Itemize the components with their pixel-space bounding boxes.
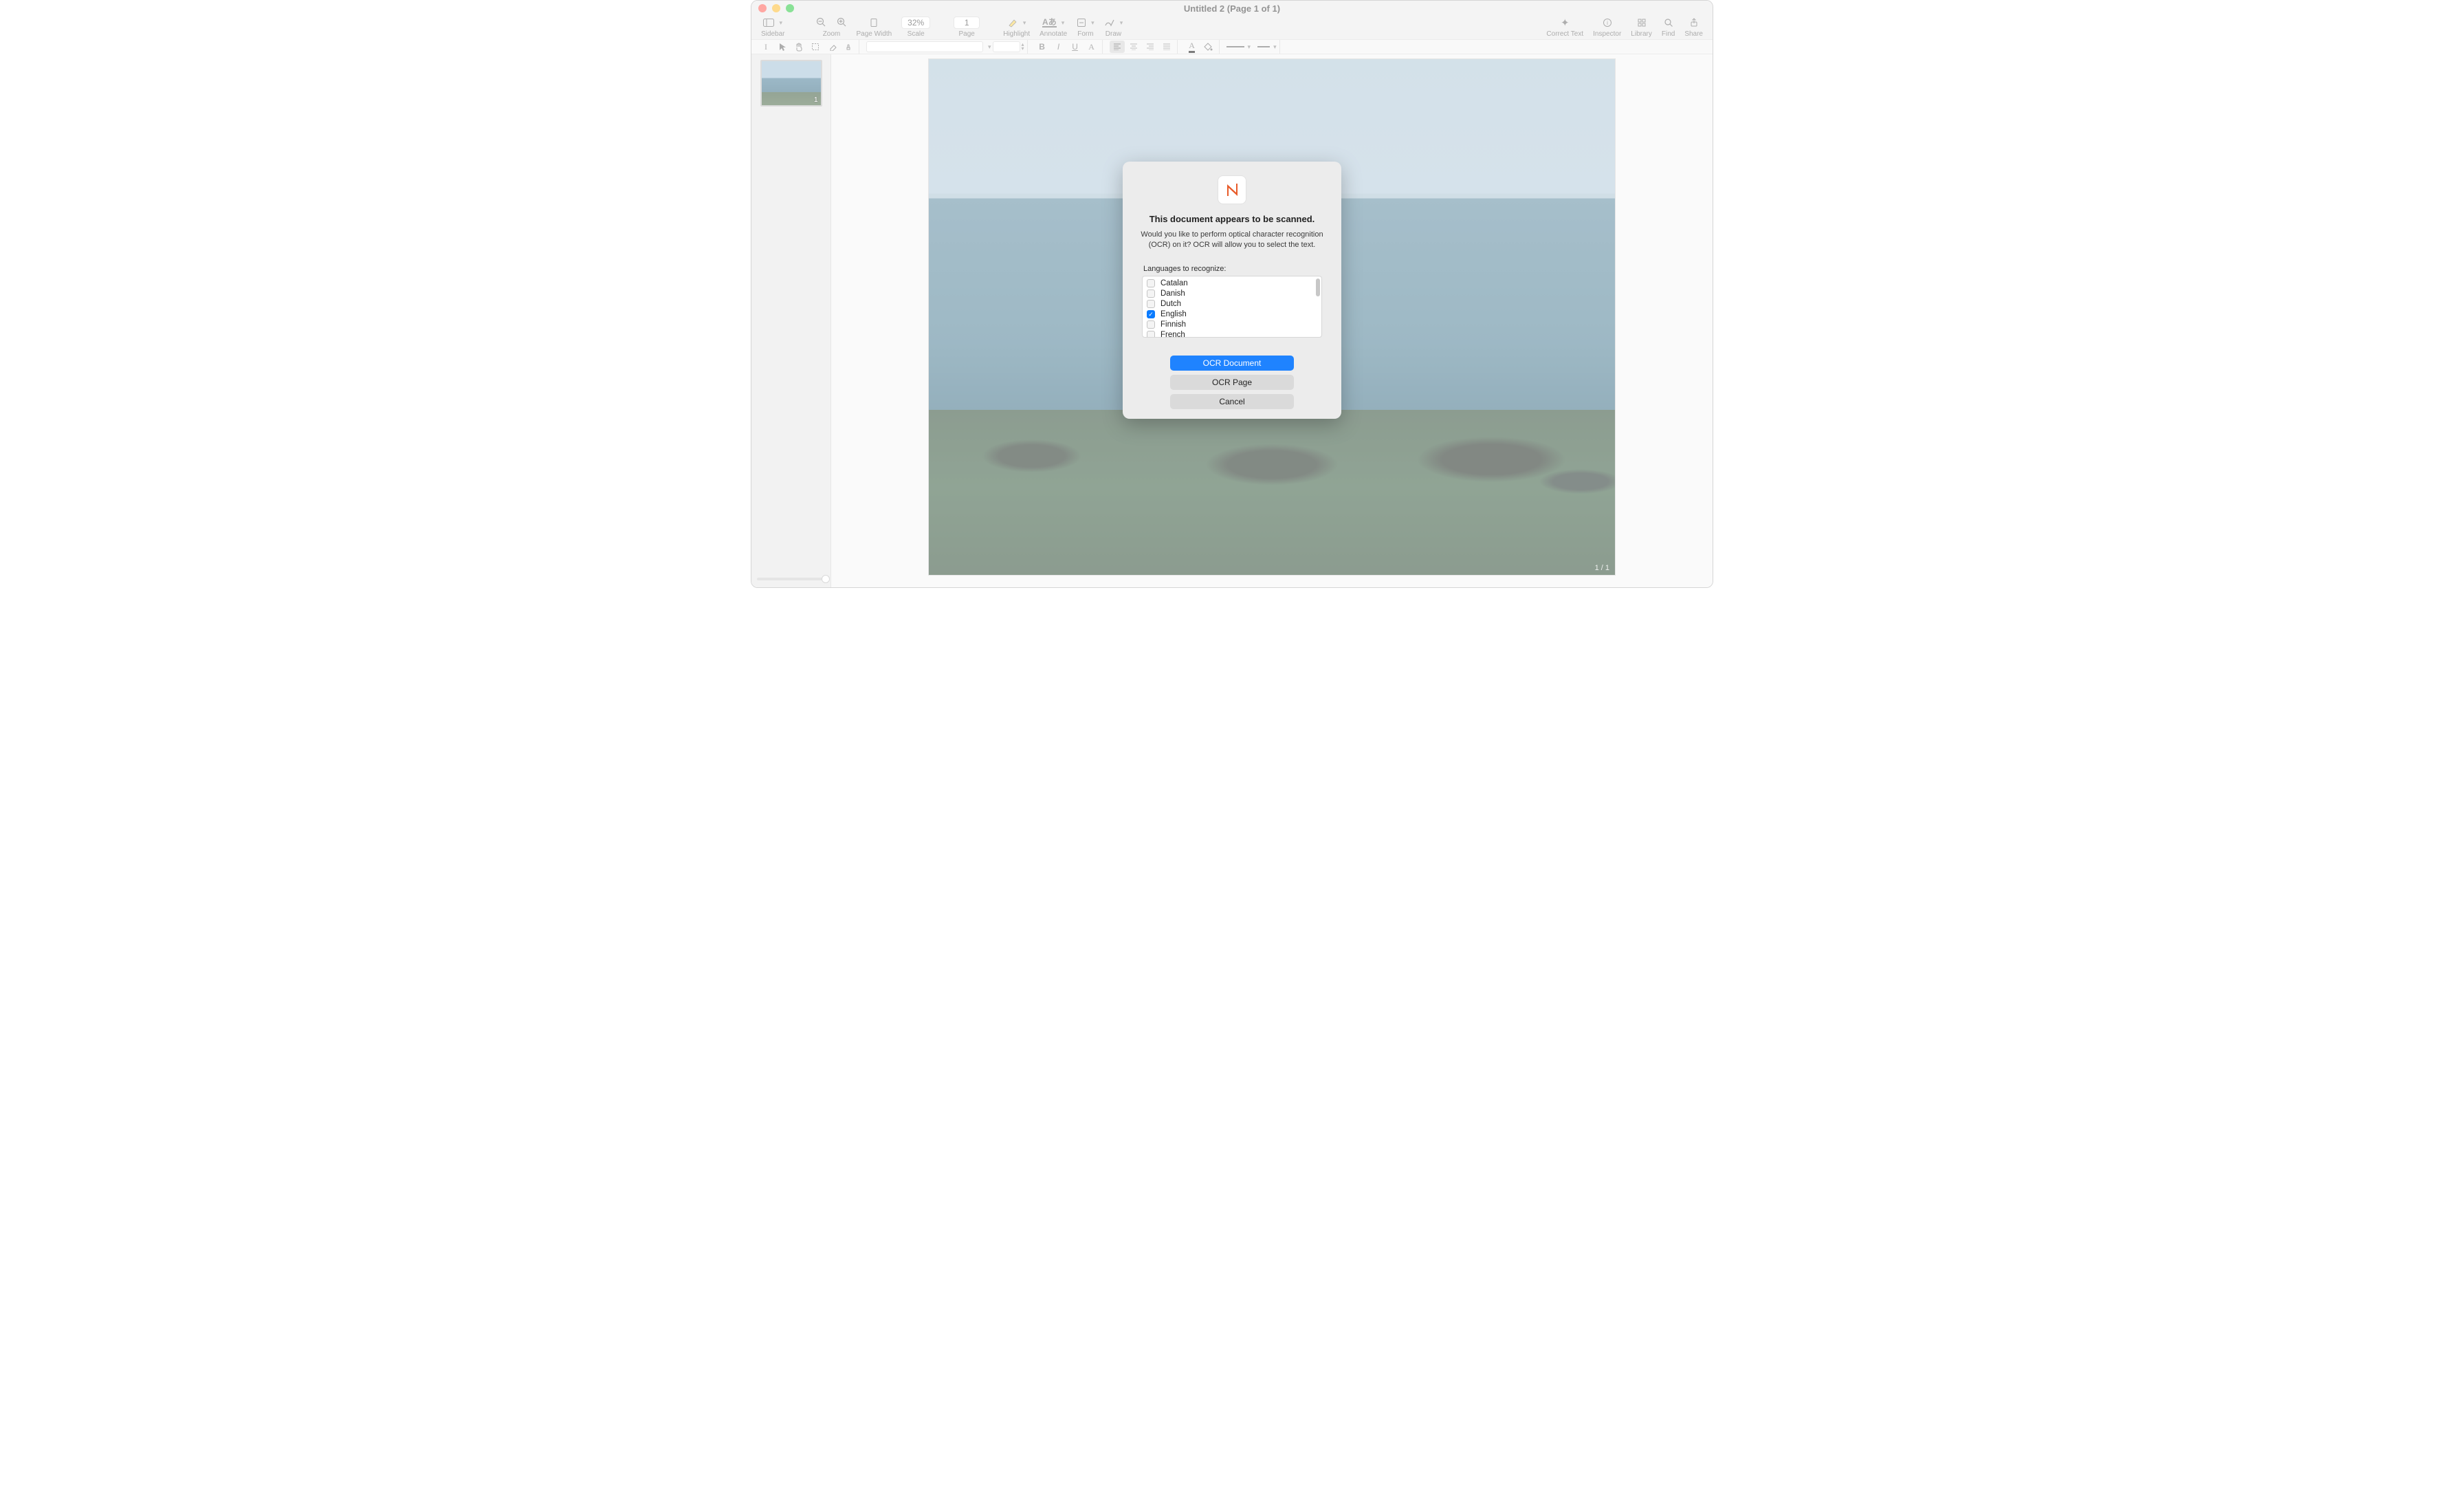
language-checkbox[interactable] [1147, 310, 1155, 318]
highlight-button[interactable]: ▾ Highlight [999, 16, 1034, 38]
sparkle-icon: ✦ [1561, 17, 1570, 29]
chevron-down-icon: ▾ [1120, 19, 1123, 27]
text-style-button[interactable]: A [1084, 41, 1099, 53]
language-label: Dutch [1160, 300, 1181, 308]
align-center-button[interactable] [1126, 41, 1141, 53]
page-width-button[interactable]: Page Width [852, 16, 896, 38]
language-option[interactable]: Dutch [1145, 299, 1319, 309]
language-option[interactable]: Finnish [1145, 320, 1319, 330]
chevron-down-icon: ▾ [1091, 19, 1094, 27]
slider-knob[interactable] [822, 575, 830, 583]
share-icon [1689, 18, 1699, 28]
annotate-icon: Aあ [1042, 18, 1057, 28]
chevron-down-icon: ▾ [1062, 19, 1065, 27]
language-checkbox[interactable] [1147, 320, 1155, 329]
main-toolbar: ▾ Sidebar Zoom [751, 16, 1713, 39]
search-icon [1664, 18, 1673, 28]
italic-button[interactable]: I [1051, 41, 1066, 53]
line-style-button[interactable] [1226, 46, 1244, 47]
languages-label: Languages to recognize: [1143, 265, 1226, 273]
language-checkbox[interactable] [1147, 300, 1155, 308]
dialog-title: This document appears to be scanned. [1150, 214, 1315, 224]
text-color-button[interactable]: A [1185, 41, 1200, 53]
language-label: French [1160, 331, 1185, 338]
pointer-tool[interactable] [775, 41, 790, 53]
info-icon: i [1603, 18, 1612, 28]
ocr-document-button[interactable]: OCR Document [1170, 356, 1294, 371]
annotate-button[interactable]: Aあ ▾ Annotate [1035, 16, 1071, 38]
chevron-down-icon: ▾ [1273, 43, 1277, 51]
language-label: Finnish [1160, 320, 1186, 329]
thumbnail-size-slider[interactable] [757, 578, 826, 580]
scrollbar-thumb[interactable] [1316, 279, 1320, 296]
draw-button[interactable]: ▾ Draw [1100, 16, 1128, 38]
language-checkbox[interactable] [1147, 279, 1155, 287]
language-label: Danish [1160, 290, 1185, 298]
sidebar-toggle[interactable]: ▾ Sidebar [757, 16, 789, 38]
stamp-tool[interactable] [841, 41, 856, 53]
underline-button[interactable]: U [1068, 41, 1083, 53]
ocr-dialog: This document appears to be scanned. Wou… [1123, 162, 1341, 419]
scale-field[interactable]: 32% Scale [897, 16, 934, 38]
app-icon [1218, 175, 1246, 204]
zoom-in-icon[interactable] [837, 17, 846, 29]
languages-list[interactable]: Catalan Danish Dutch English Finnish French [1142, 276, 1322, 338]
font-size-field[interactable] [993, 41, 1020, 52]
thumbnail-sidebar: 1 [751, 54, 831, 587]
grid-icon [1637, 18, 1647, 28]
form-button[interactable]: ▾ Form [1072, 16, 1099, 38]
dialog-message: Would you like to perform optical charac… [1134, 230, 1330, 251]
select-area-tool[interactable] [808, 41, 823, 53]
app-window: Untitled 2 (Page 1 of 1) ▾ Sidebar [751, 0, 1713, 588]
language-checkbox[interactable] [1147, 290, 1155, 298]
stepper-icon[interactable]: ▴▾ [1022, 43, 1024, 50]
draw-icon [1104, 18, 1115, 28]
font-family-select[interactable] [866, 41, 983, 52]
chevron-down-icon: ▾ [1023, 19, 1026, 27]
bold-button[interactable]: B [1035, 41, 1050, 53]
page-thumbnail[interactable]: 1 [760, 60, 822, 107]
erase-tool[interactable] [824, 41, 839, 53]
language-option[interactable]: Danish [1145, 289, 1319, 299]
align-justify-button[interactable] [1159, 41, 1174, 53]
line-weight-button[interactable] [1257, 46, 1270, 47]
text-cursor-tool[interactable]: I [758, 41, 773, 53]
correct-text-button[interactable]: ✦ Correct Text [1542, 16, 1587, 38]
language-checkbox[interactable] [1147, 331, 1155, 338]
zoom-controls: Zoom [812, 16, 850, 38]
fill-color-button[interactable] [1201, 41, 1216, 53]
language-option[interactable]: Catalan [1145, 279, 1319, 289]
language-label: English [1160, 310, 1187, 318]
titlebar: Untitled 2 (Page 1 of 1) [751, 1, 1713, 16]
form-icon [1077, 18, 1086, 28]
find-button[interactable]: Find [1658, 16, 1679, 38]
page-field[interactable]: 1 Page [949, 16, 984, 38]
language-label: Catalan [1160, 279, 1188, 287]
hand-tool[interactable] [791, 41, 806, 53]
chevron-down-icon: ▾ [779, 19, 782, 27]
page-counter: 1 / 1 [1595, 564, 1609, 572]
inspector-button[interactable]: i Inspector [1589, 16, 1625, 38]
window-title: Untitled 2 (Page 1 of 1) [751, 3, 1713, 14]
chevron-down-icon: ▾ [1248, 43, 1251, 51]
align-left-button[interactable] [1110, 41, 1125, 53]
cancel-button[interactable]: Cancel [1170, 394, 1294, 409]
format-bar: I ▾ ▴▾ B I U A [751, 39, 1713, 54]
share-button[interactable]: Share [1680, 16, 1707, 38]
thumbnail-page-number: 1 [814, 96, 818, 104]
ocr-page-button[interactable]: OCR Page [1170, 375, 1294, 390]
highlighter-icon [1007, 18, 1018, 28]
library-button[interactable]: Library [1627, 16, 1656, 38]
svg-text:i: i [1607, 20, 1608, 26]
chevron-down-icon: ▾ [988, 43, 991, 51]
language-option[interactable]: French [1145, 330, 1319, 338]
align-right-button[interactable] [1143, 41, 1158, 53]
zoom-out-icon[interactable] [816, 17, 826, 29]
language-option[interactable]: English [1145, 309, 1319, 320]
